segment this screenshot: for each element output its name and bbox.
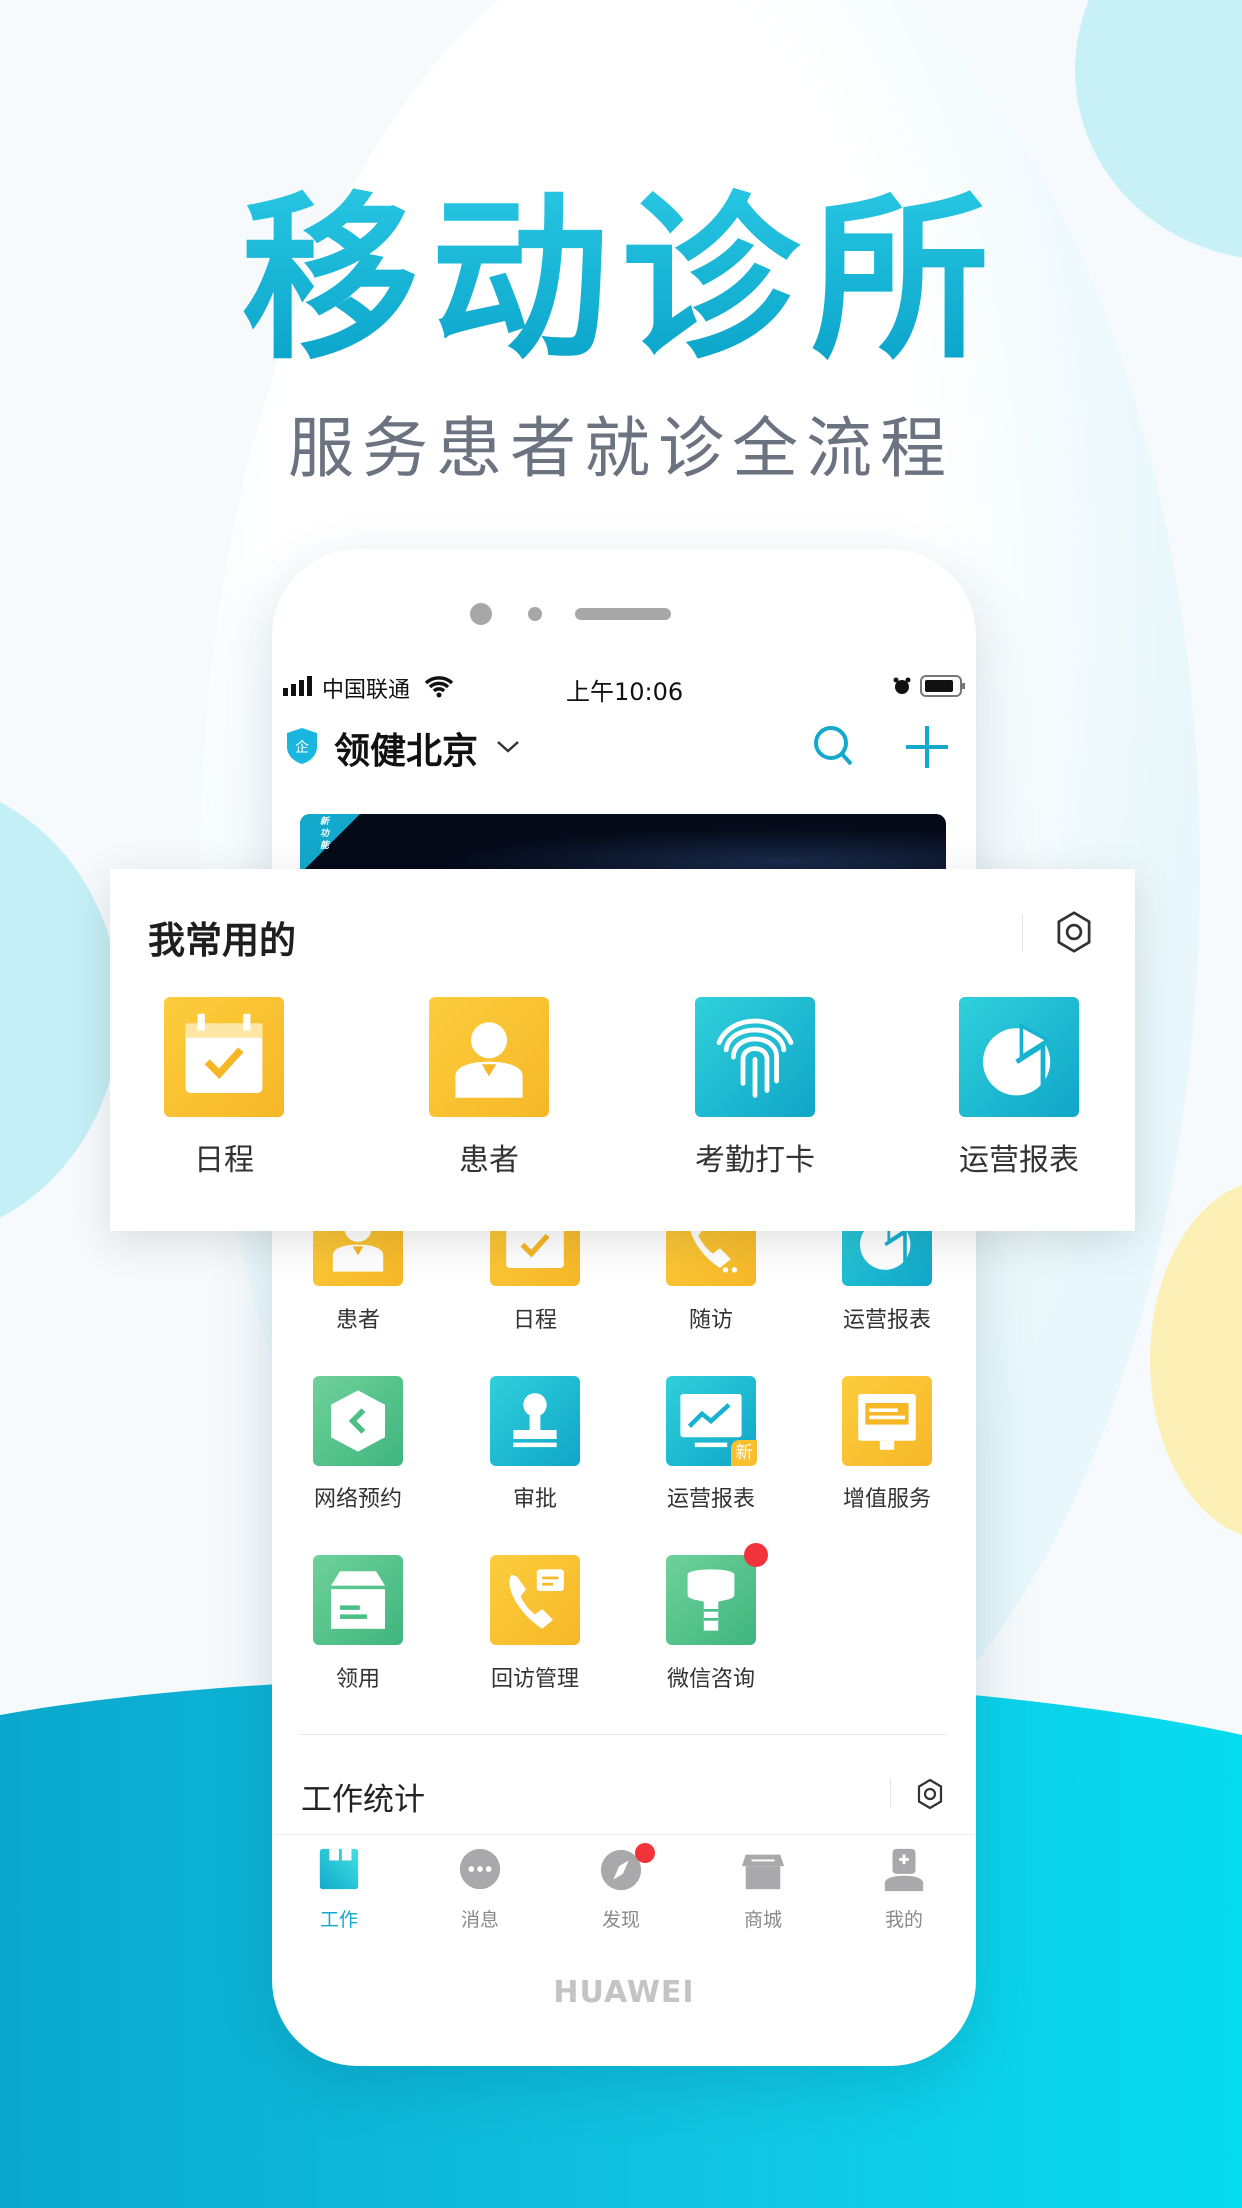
tab-messages[interactable]: 消息 <box>420 1835 540 1932</box>
fingerprint-icon <box>695 997 815 1117</box>
stamp-icon <box>490 1376 580 1466</box>
stats-settings-icon[interactable] <box>914 1778 946 1814</box>
hexagon-icon <box>313 1376 403 1466</box>
brand-logo: HUAWEI <box>553 1975 695 2010</box>
stats-title: 工作统计 <box>301 1782 425 1818</box>
screen-icon <box>842 1376 932 1466</box>
tab-label: 商城 <box>743 1909 782 1931</box>
new-feature-tag-text: 新功能 <box>320 817 330 851</box>
patient-icon <box>429 997 549 1117</box>
app-grid-label: 网络预约 <box>313 1487 402 1512</box>
favorites-divider <box>1022 914 1023 952</box>
app-grid-label: 随访 <box>688 1308 733 1333</box>
tab-messages-icon <box>459 1848 501 1890</box>
notification-dot <box>744 1543 768 1567</box>
hero-title: 移动诊所 <box>0 185 1242 375</box>
tab-profile-icon <box>884 1848 924 1892</box>
box-icon <box>313 1555 403 1645</box>
app-grid-label: 日程 <box>512 1308 557 1333</box>
phone-message-icon <box>490 1555 580 1645</box>
section-divider <box>300 1734 946 1735</box>
favorite-label: 考勤打卡 <box>695 1143 815 1178</box>
tab-work[interactable]: 工作 <box>279 1835 399 1932</box>
app-grid-label: 患者 <box>335 1308 380 1333</box>
alarm-icon <box>892 676 912 702</box>
tab-mall[interactable]: 商城 <box>703 1835 823 1932</box>
tab-label: 工作 <box>319 1909 358 1931</box>
app-grid-label: 增值服务 <box>842 1487 931 1512</box>
favorites-settings-icon[interactable] <box>1052 910 1096 958</box>
tab-label: 发现 <box>601 1909 640 1931</box>
phone-sensor <box>528 607 542 621</box>
tab-mall-icon <box>741 1854 785 1890</box>
app-grid-label: 领用 <box>335 1667 380 1692</box>
tab-work-icon <box>319 1848 359 1890</box>
stats-divider <box>890 1778 891 1808</box>
app-grid-label: 微信咨询 <box>666 1667 755 1692</box>
pie-chart-icon <box>959 997 1079 1117</box>
app-grid-label: 运营报表 <box>842 1308 931 1333</box>
enterprise-badge-icon: 企 <box>285 727 319 765</box>
bg-circle-yellow <box>1150 1185 1242 1535</box>
app-grid-label: 审批 <box>512 1487 557 1512</box>
tab-profile[interactable]: 我的 <box>844 1835 964 1932</box>
bg-circle-left <box>0 802 120 1218</box>
org-name: 领健北京 <box>334 731 479 772</box>
app-grid-label: 运营报表 <box>666 1487 755 1512</box>
tooth-icon <box>666 1555 756 1645</box>
favorite-label: 运营报表 <box>959 1143 1079 1178</box>
search-button[interactable] <box>812 724 854 772</box>
chevron-down-icon <box>496 739 520 758</box>
tab-discover[interactable]: 发现 <box>561 1835 681 1932</box>
battery-icon <box>920 675 966 703</box>
add-button[interactable] <box>906 726 948 772</box>
wifi-icon <box>424 674 454 704</box>
phone-speaker <box>575 608 671 620</box>
tab-label: 消息 <box>460 1909 499 1931</box>
app-grid-label: 回访管理 <box>490 1667 579 1692</box>
favorites-title: 我常用的 <box>148 919 296 962</box>
notification-dot <box>635 1843 655 1863</box>
svg-text:企: 企 <box>295 739 309 756</box>
clock-time: 上午10:06 <box>566 678 684 706</box>
signal-icon <box>283 676 315 696</box>
favorite-label: 患者 <box>459 1143 519 1178</box>
calendar-check-icon <box>164 997 284 1117</box>
tab-label: 我的 <box>884 1909 923 1931</box>
org-switcher[interactable]: 领健北京 <box>334 722 520 774</box>
new-badge: 新 <box>731 1440 757 1466</box>
carrier-name: 中国联通 <box>322 678 411 703</box>
favorite-label: 日程 <box>194 1143 254 1178</box>
hero-subtitle: 服务患者就诊全流程 <box>288 410 954 487</box>
phone-camera <box>470 603 492 625</box>
